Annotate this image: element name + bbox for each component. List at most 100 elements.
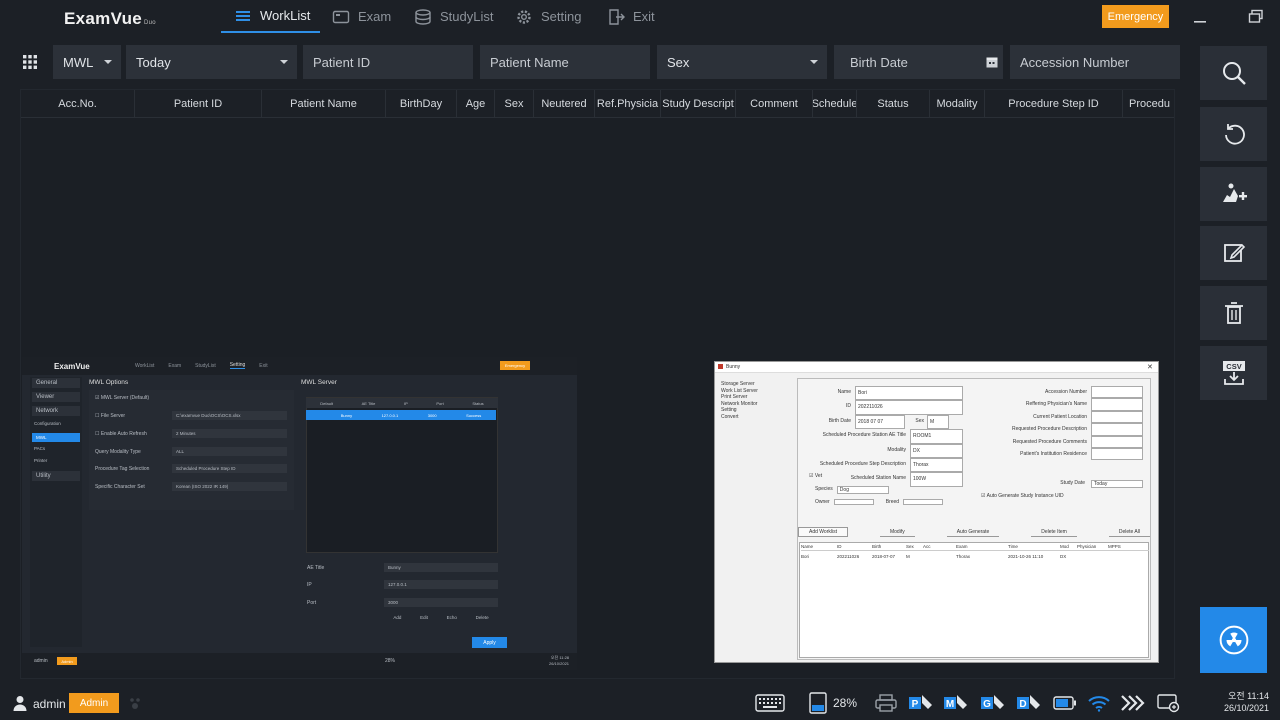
preview-auto-refresh-value: 2 Minutes [172, 429, 287, 438]
system-clock: 오전 11:14 26/10/2021 [1212, 690, 1269, 714]
preview-sidebar-printer: Printer [34, 458, 48, 463]
worklist-server-preview-image: Bunny ✕ Storage Server Work List Server … [714, 361, 1159, 663]
chevron-down-icon [280, 60, 288, 64]
column-header-birthday[interactable]: BirthDay [386, 90, 457, 118]
preview-form-right: Accession Number Reffering Physician's N… [983, 386, 1148, 461]
calendar-icon[interactable] [986, 56, 998, 68]
preview-sidebar-utility: Utility [32, 471, 80, 481]
preview-app-icon [718, 364, 723, 369]
tab-studylist-label: StudyList [440, 9, 494, 24]
search-icon [1222, 62, 1246, 85]
tab-studylist[interactable]: StudyList [414, 0, 493, 33]
preview-list-row: Bori 202211026 2018-07-07 M Thorax 2021-… [801, 553, 1067, 559]
column-header-patient-name[interactable]: Patient Name [262, 90, 386, 118]
preview-server-col-port: Port [436, 400, 444, 406]
column-header-age[interactable]: Age [457, 90, 495, 118]
preview-mwl-server-title: MWL Server [301, 379, 337, 386]
edit-button[interactable] [1200, 226, 1267, 280]
remote-settings-icon[interactable] [1156, 692, 1182, 714]
printer-icon[interactable] [874, 692, 898, 714]
column-header-sex[interactable]: Sex [495, 90, 534, 118]
source-select-value: MWL [63, 54, 94, 70]
patient-name-input[interactable]: Patient Name [480, 45, 650, 79]
tab-worklist[interactable]: WorkList [221, 0, 320, 33]
acquire-exposure-button[interactable] [1200, 607, 1267, 673]
source-select[interactable]: MWL [53, 45, 121, 79]
preview-zoom: 28% [385, 658, 396, 664]
preview-clock: 오전 11:28 26/10/2021 [549, 655, 570, 666]
column-header-acc-no[interactable]: Acc.No. [21, 90, 135, 118]
preview-sidebar-network: Network [32, 406, 80, 416]
column-header-modality[interactable]: Modality [930, 90, 985, 118]
csv-export-icon: CSV [1222, 361, 1245, 385]
csv-export-button[interactable]: CSV [1200, 346, 1267, 400]
column-header-procedure-step-id[interactable]: Procedure Step ID [985, 90, 1123, 118]
csv-label: CSV [1226, 362, 1241, 371]
tab-exit[interactable]: Exit [607, 0, 655, 33]
minimize-icon[interactable] [1191, 8, 1209, 26]
wifi-icon[interactable] [1088, 692, 1110, 714]
column-header-schedule[interactable]: Schedule [813, 90, 857, 118]
svg-text:D: D [1019, 699, 1026, 710]
preview-window-title: Bunny [726, 364, 741, 370]
restore-icon[interactable] [1247, 8, 1265, 26]
search-button[interactable] [1200, 46, 1267, 100]
preview-server-col-default: Default [320, 400, 333, 406]
preview-vet-checkbox: ☑ Vet [809, 473, 823, 479]
preview-server-row: Bunny 127.0.0.1 3000 Success [306, 410, 496, 420]
preview-file-server-option: ☐ File Server [95, 413, 126, 419]
tab-exam[interactable]: Exam [332, 0, 391, 33]
preview-tab-exam: Exam [168, 362, 182, 369]
preview-server-col-status: Status [472, 400, 484, 406]
delete-button[interactable] [1200, 286, 1267, 340]
preview-list-header: Name ID Birth Sex Acc Exam Time Mod Phys… [801, 543, 1149, 551]
sex-select[interactable]: Sex [657, 45, 827, 79]
mwl-status-icon[interactable]: M [943, 692, 969, 714]
detector-status-icon[interactable]: D [1016, 692, 1042, 714]
preview-role-badge: Admin [57, 657, 77, 665]
date-range-value: Today [136, 54, 171, 70]
column-header-comment[interactable]: Comment [736, 90, 813, 118]
keyboard-icon[interactable] [754, 692, 786, 714]
preview-edit-button: Edit [420, 615, 428, 620]
preview-auto-refresh-option: ☐ Enable Auto Refresh [95, 431, 147, 437]
tab-setting[interactable]: Setting [515, 0, 581, 33]
preview-owner-breed: Owner Breed [815, 499, 944, 505]
column-header-patient-id[interactable]: Patient ID [135, 90, 262, 118]
column-header-status[interactable]: Status [857, 90, 930, 118]
birth-date-input[interactable]: Birth Date [834, 45, 1003, 79]
preview-tab-exit: Exit [259, 362, 268, 369]
preview-tab-studylist: StudyList [195, 362, 216, 369]
user-role-badge[interactable]: Admin [69, 693, 119, 713]
preview-close-icon: ✕ [1147, 364, 1153, 371]
preview-ip-label: IP [307, 582, 312, 588]
preview-logo: ExamVue [54, 362, 90, 371]
table-header: Acc.No. Patient ID Patient Name BirthDay… [21, 90, 1174, 118]
preview-procedure-tag-value: Scheduled Procedure Step ID [172, 464, 287, 473]
chevron-down-icon [810, 60, 818, 64]
clock-time: 오전 11:14 [1228, 691, 1269, 701]
emergency-button[interactable]: Emergency [1102, 5, 1169, 28]
column-header-procedure[interactable]: Procedu [1123, 90, 1176, 118]
preview-ae-title-label: AE Title [307, 565, 325, 571]
patient-id-input[interactable]: Patient ID [303, 45, 473, 79]
fast-forward-icon[interactable] [1120, 692, 1146, 714]
apps-grid-button[interactable] [18, 45, 42, 79]
chevron-down-icon [104, 60, 112, 64]
trash-icon [1224, 302, 1243, 324]
exit-icon [609, 8, 625, 25]
preview-port-label: Port [307, 600, 317, 606]
pacs-status-icon[interactable]: P [908, 692, 934, 714]
preview-server-col-ip: IP [404, 400, 408, 406]
preview-study-date: Study Date Today [1020, 480, 1143, 488]
preview-echo-button: Echo [446, 615, 457, 620]
column-header-study-description[interactable]: Study Descript [661, 90, 736, 118]
add-patient-button[interactable] [1200, 167, 1267, 221]
column-header-ref-physician[interactable]: Ref.Physicia [595, 90, 661, 118]
birth-date-placeholder: Birth Date [850, 54, 908, 70]
refresh-button[interactable] [1200, 107, 1267, 161]
accession-number-input[interactable]: Accession Number [1010, 45, 1180, 79]
column-header-neutered[interactable]: Neutered [534, 90, 595, 118]
date-range-select[interactable]: Today [126, 45, 297, 79]
gateway-status-icon[interactable]: G [980, 692, 1006, 714]
